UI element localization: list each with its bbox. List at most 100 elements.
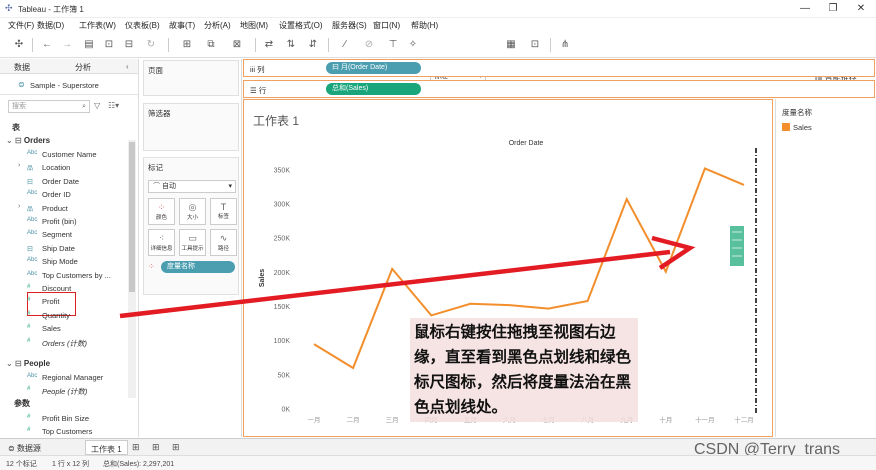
color-button[interactable]: ⁘ 颜色 xyxy=(148,198,175,225)
field-profit[interactable]: # Profit xyxy=(0,295,126,308)
pages-card[interactable]: 页面 xyxy=(143,60,239,96)
rows-shelf[interactable]: ☰ 行 总和(Sales) xyxy=(243,80,875,98)
menu-format[interactable]: 设置格式(O) xyxy=(279,20,323,31)
collapse-icon[interactable]: ‹ xyxy=(126,62,129,71)
filter-icon[interactable]: ▽ xyxy=(94,101,100,110)
tableau-home-icon[interactable]: ✣ xyxy=(12,38,26,52)
expand-icon[interactable]: › xyxy=(18,203,20,210)
menu-map[interactable]: 地图(M) xyxy=(240,20,268,31)
field-type-icon: Abc xyxy=(27,150,38,156)
legend-item[interactable]: Sales xyxy=(793,123,812,132)
field-profit-bin[interactable]: Abc Profit (bin) xyxy=(0,215,126,228)
group-icon[interactable]: ⊘ xyxy=(360,38,378,52)
columns-shelf[interactable]: iii 列 曰 月(Order Date) xyxy=(243,59,875,77)
field-name: Customer Name xyxy=(42,150,97,159)
share-icon[interactable]: ⋔ xyxy=(558,38,572,52)
menu-server[interactable]: 服务器(S) xyxy=(332,20,367,31)
columns-pill[interactable]: 曰 月(Order Date) xyxy=(326,62,421,74)
field-name: Order Date xyxy=(42,176,80,186)
field-type-icon: # xyxy=(27,337,31,344)
field-location[interactable]: › 品 Location xyxy=(0,161,126,174)
menu-story[interactable]: 故事(T) xyxy=(169,20,195,31)
field-order-id[interactable]: Abc Order ID xyxy=(0,188,126,201)
y-tick-label: 250K xyxy=(274,236,291,243)
sort-asc-icon[interactable]: ⇅ xyxy=(284,38,298,52)
menu-file[interactable]: 文件(F) xyxy=(8,20,34,31)
field-people-0[interactable]: Abc Regional Manager xyxy=(0,371,126,384)
field-quantity[interactable]: # Quantity xyxy=(0,309,126,322)
show-me-icon[interactable]: ▦ xyxy=(502,38,520,52)
menu-analysis[interactable]: 分析(A) xyxy=(204,20,231,31)
menu-data[interactable]: 数据(D) xyxy=(37,20,64,31)
field-top-customers-by[interactable]: Abc Top Customers by ... xyxy=(0,269,126,282)
field-type-icon: 曰 xyxy=(27,179,34,186)
menu-window[interactable]: 窗口(N) xyxy=(373,20,400,31)
calendar-icon: 曰 xyxy=(332,64,341,71)
new-sheet-icon[interactable]: ⊞ xyxy=(132,442,140,453)
undo-icon[interactable]: ← xyxy=(40,38,54,52)
search-input[interactable]: 搜索 ⌕ xyxy=(8,100,90,113)
group-orders[interactable]: ⌄ ⊟ Orders xyxy=(6,136,50,145)
size-button[interactable]: ◎ 大小 xyxy=(179,198,206,225)
save-icon[interactable]: ▤ xyxy=(82,38,96,52)
new-datasource-icon[interactable]: ⊡ xyxy=(102,38,116,52)
field-discount[interactable]: # Discount xyxy=(0,282,126,295)
refresh-icon[interactable]: ↻ xyxy=(144,38,158,52)
group-people[interactable]: ⌄ ⊟ People xyxy=(6,359,50,368)
labels-icon[interactable]: ⊤ xyxy=(386,38,400,52)
menu-worksheet[interactable]: 工作表(W) xyxy=(79,20,116,31)
maximize-icon[interactable]: ❐ xyxy=(826,2,840,16)
field-name: Product xyxy=(42,203,68,213)
field-name: Top Customers by ... xyxy=(42,270,111,280)
field-name: Ship Mode xyxy=(42,257,78,267)
field-segment[interactable]: Abc Segment xyxy=(0,228,126,241)
field-ship-mode[interactable]: Abc Ship Mode xyxy=(0,255,126,268)
mark-type-select[interactable]: ⌒ 自动 ▾ xyxy=(148,180,236,193)
field-name: Profit Bin Size xyxy=(42,414,90,423)
swap-icon[interactable]: ⇄ xyxy=(262,38,276,52)
field-sales[interactable]: # Sales xyxy=(0,322,126,335)
sort-desc-icon[interactable]: ⇵ xyxy=(306,38,320,52)
minimize-icon[interactable]: — xyxy=(798,2,812,16)
new-story-icon[interactable]: ⊞ xyxy=(172,442,180,453)
path-button[interactable]: ∿ 路径 xyxy=(210,229,237,256)
tab-data[interactable]: 数据 xyxy=(14,62,30,73)
duplicate-sheet-icon[interactable]: ⧉ xyxy=(204,38,218,52)
field-order-date[interactable]: 曰 Order Date xyxy=(0,175,126,188)
redo-icon[interactable]: → xyxy=(60,38,74,52)
clear-sheet-icon[interactable]: ⊠ xyxy=(226,38,248,52)
legend-swatch[interactable] xyxy=(782,123,790,131)
field-customer-name[interactable]: Abc Customer Name xyxy=(0,148,126,161)
tab-datasource[interactable]: ⊜ 数据源 xyxy=(8,443,41,454)
detail-button[interactable]: ⁖ 详细信息 xyxy=(148,229,175,256)
datasource-row[interactable]: ⊜ Sample - Superstore xyxy=(0,75,138,95)
rows-pill[interactable]: 总和(Sales) xyxy=(326,83,421,95)
measure-names-pill[interactable]: 度量名称 xyxy=(161,261,235,273)
param-1[interactable]: # Top Customers xyxy=(0,425,126,438)
menu-help[interactable]: 帮助(H) xyxy=(411,20,438,31)
tooltip-button[interactable]: ▭ 工具提示 xyxy=(179,229,206,256)
field-type-icon: Abc xyxy=(27,373,38,379)
field-ship-date[interactable]: 曰 Ship Date xyxy=(0,242,126,255)
new-worksheet-icon[interactable]: ⊞ xyxy=(176,38,198,52)
filters-card[interactable]: 筛选器 xyxy=(143,103,239,151)
x-tick-label: 三月 xyxy=(386,416,399,424)
view-options-icon[interactable]: ☷▾ xyxy=(108,101,119,110)
scrollbar-thumb[interactable] xyxy=(129,142,135,292)
param-0[interactable]: # Profit Bin Size xyxy=(0,412,126,425)
field-orders[interactable]: # Orders (计数) xyxy=(0,336,126,349)
pause-update-icon[interactable]: ⊟ xyxy=(122,38,136,52)
field-type-icon: # xyxy=(27,414,31,420)
menu-dashboard[interactable]: 仪表板(B) xyxy=(125,20,160,31)
tab-sheet-1[interactable]: 工作表 1 xyxy=(85,440,128,455)
label-button[interactable]: T 标签 xyxy=(210,198,237,225)
field-product[interactable]: › 品 Product xyxy=(0,202,126,215)
field-people-1[interactable]: # People (计数) xyxy=(0,384,126,397)
close-icon[interactable]: ✕ xyxy=(854,2,868,16)
new-dashboard-icon[interactable]: ⊞ xyxy=(152,442,160,453)
expand-icon[interactable]: › xyxy=(18,162,20,169)
pin-icon[interactable]: ✧ xyxy=(406,38,420,52)
tab-analytics[interactable]: 分析 xyxy=(75,62,91,73)
presentation-icon[interactable]: ⊡ xyxy=(528,38,542,52)
highlight-icon[interactable]: ∕ xyxy=(336,38,354,52)
